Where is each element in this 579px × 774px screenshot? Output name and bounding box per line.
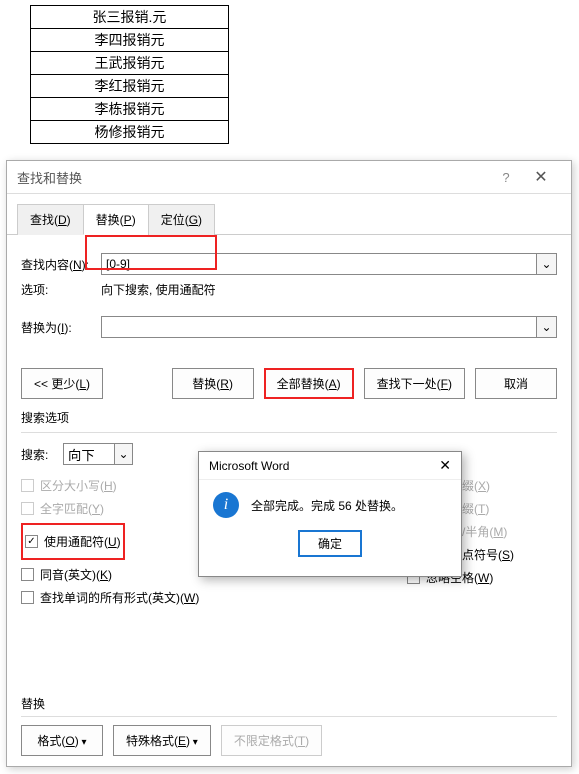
dialog-title: 查找和替换	[17, 168, 82, 187]
replace-input-combo: ⌄	[101, 316, 557, 338]
all-forms-checkbox[interactable]: 查找单词的所有形式(英文)(W)	[21, 589, 407, 606]
options-label: 选项:	[21, 281, 101, 298]
table-cell: 李四报销元	[31, 29, 229, 52]
tab-goto[interactable]: 定位(G)	[148, 204, 215, 235]
cancel-button[interactable]: 取消	[475, 368, 557, 399]
table-cell: 张三报销.元	[31, 6, 229, 29]
msgbox-close-button[interactable]: ✕	[427, 457, 451, 474]
tab-replace[interactable]: 替换(P)	[83, 204, 149, 235]
table-cell: 李栋报销元	[31, 98, 229, 121]
search-options-label: 搜索选项	[21, 409, 557, 426]
wildcards-checkbox[interactable]: 使用通配符(U)	[25, 533, 121, 550]
dialog-titlebar: 查找和替换 ? ✕	[7, 161, 571, 194]
table-cell: 王武报销元	[31, 52, 229, 75]
close-button[interactable]: ✕	[521, 167, 561, 187]
replace-input[interactable]	[101, 316, 537, 338]
less-button[interactable]: << 更少(L)	[21, 368, 103, 399]
chevron-down-icon[interactable]: ⌄	[115, 443, 133, 465]
info-icon: i	[213, 492, 239, 518]
find-input[interactable]	[101, 253, 537, 275]
replace-all-button[interactable]: 全部替换(A)	[264, 368, 354, 399]
search-dir-label: 搜索:	[21, 446, 63, 463]
replace-section-label: 替换	[21, 695, 557, 712]
find-input-combo: ⌄	[101, 253, 557, 275]
special-format-button[interactable]: 特殊格式(E)	[113, 725, 211, 756]
message-box: Microsoft Word ✕ i 全部完成。完成 56 处替换。 确定	[198, 451, 462, 577]
no-format-button: 不限定格式(T)	[221, 725, 322, 756]
find-label: 查找内容(N):	[21, 256, 101, 273]
msgbox-ok-button[interactable]: 确定	[298, 530, 362, 557]
tab-find[interactable]: 查找(D)	[17, 204, 84, 235]
search-direction-select[interactable]: ⌄	[63, 443, 133, 465]
find-dropdown-arrow[interactable]: ⌄	[537, 253, 557, 275]
replace-label: 替换为(I):	[21, 319, 101, 336]
table-cell: 杨修报销元	[31, 121, 229, 144]
search-direction-input[interactable]	[63, 443, 115, 465]
options-value: 向下搜索, 使用通配符	[101, 281, 216, 298]
msgbox-title: Microsoft Word	[209, 459, 289, 473]
document-table: 张三报销.元 李四报销元 王武报销元 李红报销元 李栋报销元 杨修报销元	[30, 5, 229, 144]
replace-button[interactable]: 替换(R)	[172, 368, 254, 399]
find-next-button[interactable]: 查找下一处(F)	[364, 368, 465, 399]
tabs: 查找(D) 替换(P) 定位(G)	[17, 204, 571, 235]
msgbox-text: 全部完成。完成 56 处替换。	[251, 497, 403, 514]
replace-dropdown-arrow[interactable]: ⌄	[537, 316, 557, 338]
format-button[interactable]: 格式(O)	[21, 725, 103, 756]
table-cell: 李红报销元	[31, 75, 229, 98]
help-button[interactable]: ?	[491, 170, 521, 185]
